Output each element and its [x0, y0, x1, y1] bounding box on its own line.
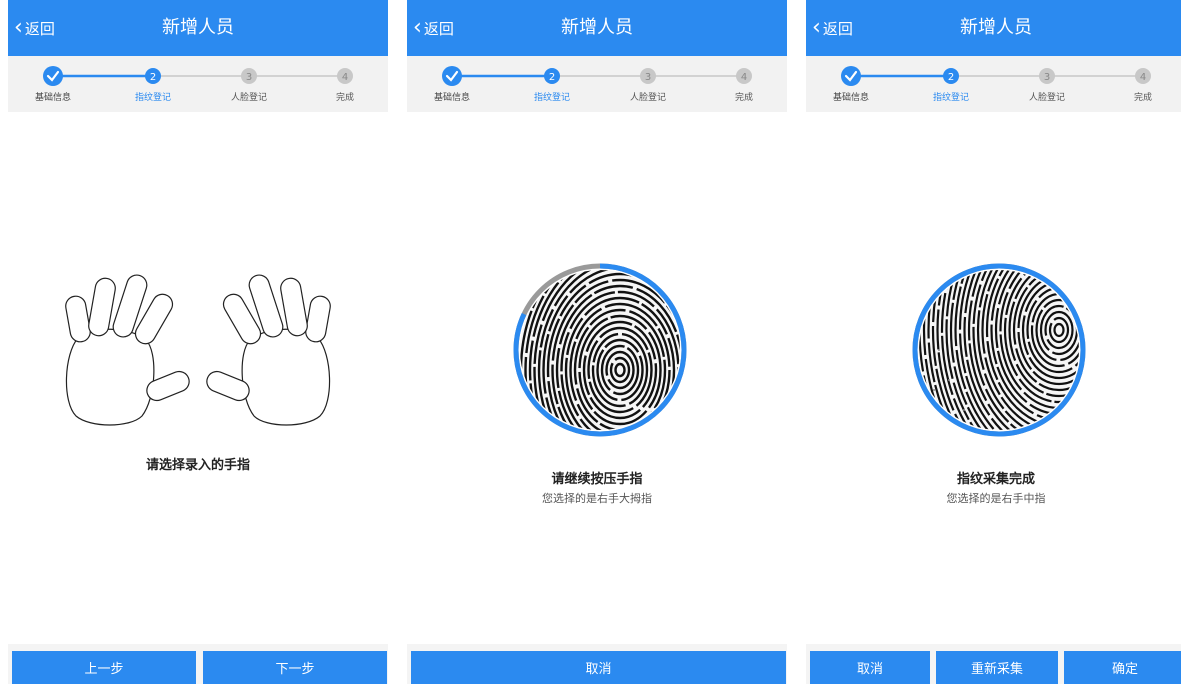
step-number: 4 [1140, 72, 1146, 83]
step-label: 人脸登记 [629, 93, 666, 103]
step-1 [841, 66, 861, 86]
step-number: 4 [741, 72, 747, 83]
screen-capturing: ‹ 返回 新增人员 2 3 4 基础信息 指纹登记 人脸登记 完成 请继续按压手指 您选择的… [407, 0, 787, 684]
recapture-button[interactable]: 重新采集 [936, 651, 1058, 684]
step-circle [442, 66, 462, 86]
complete-prompt: 指纹采集完成 [956, 472, 1035, 487]
back-button[interactable]: ‹ 返回 [14, 0, 55, 56]
capture-prompt: 请继续按压手指 [551, 472, 643, 487]
chevron-left-icon: ‹ [812, 15, 821, 40]
step-number: 2 [150, 72, 156, 83]
prev-step-button[interactable]: 上一步 [12, 651, 196, 684]
left-ring[interactable] [87, 277, 117, 338]
step-3: 3 [640, 68, 656, 84]
nav-header: ‹ 返回 新增人员 [8, 0, 388, 56]
step-circle [43, 66, 63, 86]
back-label: 返回 [423, 19, 454, 38]
stepper-graphic: 2 3 4 [43, 66, 353, 86]
nav-header: ‹ 返回 新增人员 [806, 0, 1181, 56]
hands-illustration [64, 274, 332, 426]
right-pinky[interactable] [304, 295, 332, 344]
step-circle [841, 66, 861, 86]
fingerprint-progress [912, 263, 1086, 437]
chevron-left-icon: ‹ [413, 15, 422, 40]
right-ring[interactable] [279, 277, 309, 338]
cancel-button[interactable]: 取消 [411, 651, 786, 684]
confirm-button[interactable]: 确定 [1064, 651, 1181, 684]
progress-stepper: 2 3 4 基础信息 指纹登记 人脸登记 完成 [8, 56, 388, 112]
step-label: 指纹登记 [932, 93, 969, 103]
left-pinky[interactable] [64, 295, 92, 344]
cancel-button[interactable]: 取消 [810, 651, 930, 684]
right-palm[interactable] [241, 328, 331, 426]
page-title: 新增人员 [960, 17, 1032, 38]
step-number: 3 [246, 72, 252, 83]
step-label: 完成 [1133, 93, 1152, 103]
page-title: 新增人员 [162, 17, 234, 38]
step-3: 3 [1039, 68, 1055, 84]
step-label: 人脸登记 [230, 93, 267, 103]
selected-finger-text: 您选择的是右手大拇指 [542, 492, 652, 505]
left-palm[interactable] [65, 328, 155, 426]
step-3: 3 [241, 68, 257, 84]
step-number: 3 [645, 72, 651, 83]
back-label: 返回 [24, 19, 55, 38]
step-2: 2 [145, 68, 161, 84]
screen-select-finger: ‹ 返回 新增人员 2 3 4 基础信息 指纹登记 人脸登记 完成 请选择录入的手指 上一步 [8, 0, 388, 684]
chevron-left-icon: ‹ [14, 15, 23, 40]
step-number: 2 [549, 72, 555, 83]
fingerprint-progress [513, 263, 687, 437]
step-label: 基础信息 [34, 93, 71, 103]
back-button[interactable]: ‹ 返回 [812, 0, 853, 56]
progress-stepper: 2 3 4 基础信息 指纹登记 人脸登记 完成 [407, 56, 787, 112]
step-number: 2 [948, 72, 954, 83]
selected-finger-text: 您选择的是右手中指 [946, 492, 1046, 505]
step-number: 3 [1044, 72, 1050, 83]
fingerprint-image [919, 270, 1079, 430]
back-label: 返回 [822, 19, 853, 38]
page-title: 新增人员 [561, 17, 633, 38]
progress-stepper: 2 3 4 基础信息 指纹登记 人脸登记 完成 [806, 56, 1181, 112]
step-label: 指纹登记 [533, 93, 570, 103]
stepper-graphic: 2 3 4 [442, 66, 752, 86]
footer-bar: 取消 [407, 644, 787, 684]
step-4: 4 [337, 68, 353, 84]
next-step-button[interactable]: 下一步 [203, 651, 387, 684]
step-1 [43, 66, 63, 86]
step-2: 2 [943, 68, 959, 84]
step-label: 人脸登记 [1028, 93, 1065, 103]
step-4: 4 [736, 68, 752, 84]
step-4: 4 [1135, 68, 1151, 84]
nav-header: ‹ 返回 新增人员 [407, 0, 787, 56]
fingerprint-image [520, 270, 680, 430]
footer-bar: 取消 重新采集 确定 [806, 644, 1181, 684]
step-label: 完成 [335, 93, 354, 103]
select-prompt: 请选择录入的手指 [145, 458, 250, 473]
step-label: 基础信息 [832, 93, 869, 103]
step-number: 4 [342, 72, 348, 83]
screen-complete: ‹ 返回 新增人员 2 3 4 基础信息 指纹登记 人脸登记 完成 指纹采集完成 您选择的是… [806, 0, 1181, 684]
step-label: 基础信息 [433, 93, 470, 103]
step-2: 2 [544, 68, 560, 84]
back-button[interactable]: ‹ 返回 [413, 0, 454, 56]
step-1 [442, 66, 462, 86]
stepper-graphic: 2 3 4 [841, 66, 1151, 86]
step-label: 完成 [734, 93, 753, 103]
step-label: 指纹登记 [134, 93, 171, 103]
footer-bar: 上一步 下一步 [8, 644, 388, 684]
